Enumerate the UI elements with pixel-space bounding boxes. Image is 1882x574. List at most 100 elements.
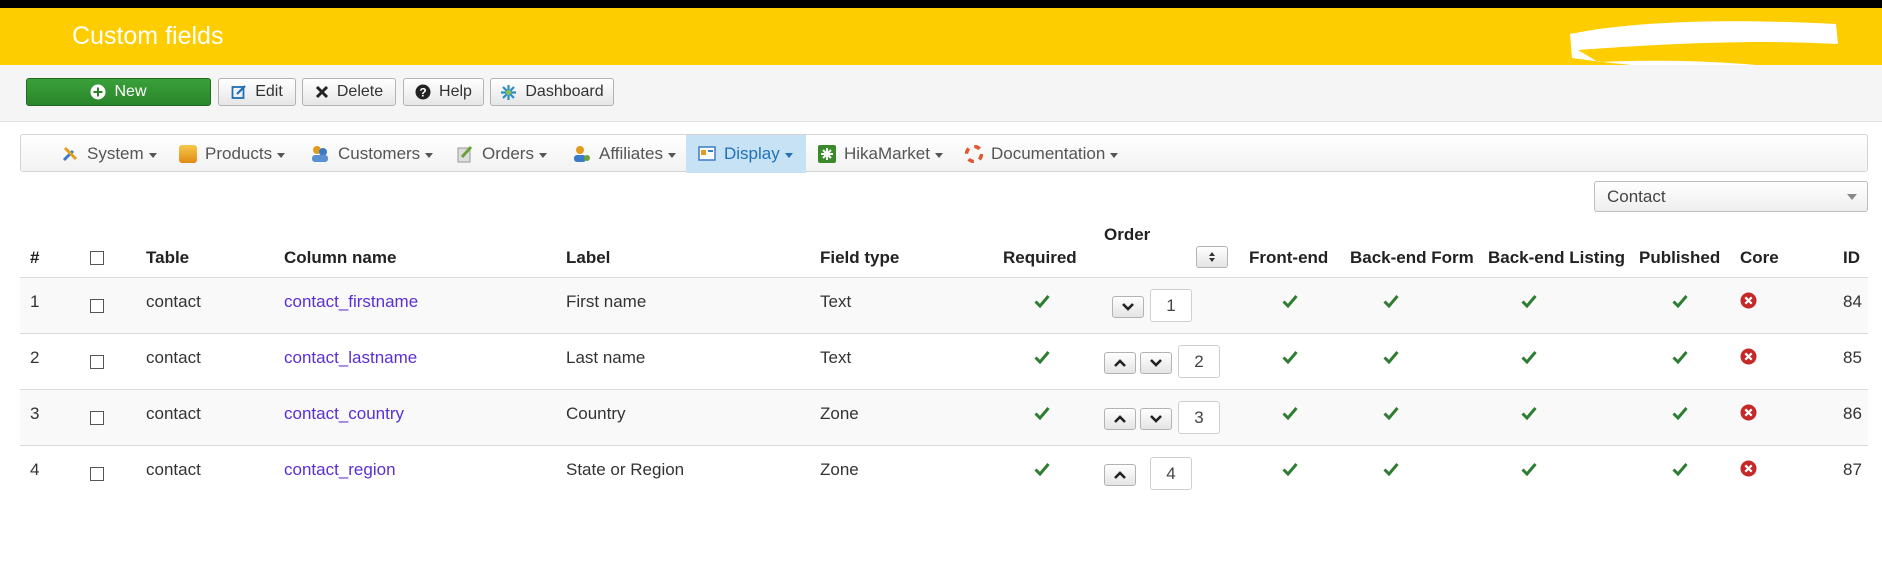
- move-down-button[interactable]: [1112, 296, 1144, 318]
- row-column-name-link[interactable]: contact_firstname: [284, 292, 418, 312]
- col-header-column-name[interactable]: Column name: [284, 248, 396, 268]
- published-check-icon[interactable]: [1672, 461, 1688, 477]
- move-up-button[interactable]: [1104, 352, 1136, 374]
- col-header-id[interactable]: ID: [1843, 248, 1860, 268]
- backend-listing-check-icon[interactable]: [1521, 461, 1537, 477]
- row-field-type: Text: [820, 292, 852, 311]
- order-input[interactable]: 1: [1150, 289, 1192, 322]
- delete-button[interactable]: Delete: [302, 78, 396, 106]
- move-up-button[interactable]: [1104, 464, 1136, 486]
- type-filter-select[interactable]: Contact: [1594, 181, 1868, 212]
- row-checkbox[interactable]: [90, 411, 104, 425]
- move-down-button[interactable]: [1140, 352, 1172, 374]
- published-check-icon[interactable]: [1672, 405, 1688, 421]
- dashboard-button-label: Dashboard: [525, 83, 604, 100]
- dashboard-icon: [501, 84, 517, 100]
- dropdown-arrow-icon: [1847, 194, 1857, 200]
- col-header-required[interactable]: Required: [1003, 248, 1077, 268]
- row-number: 2: [30, 348, 40, 367]
- row-id: 86: [1843, 404, 1862, 423]
- published-check-icon[interactable]: [1672, 349, 1688, 365]
- col-header-published[interactable]: Published: [1639, 248, 1720, 268]
- help-circle-icon: ?: [415, 84, 431, 100]
- move-down-button[interactable]: [1140, 408, 1172, 430]
- row-number: 3: [30, 404, 40, 423]
- move-up-button[interactable]: [1104, 408, 1136, 430]
- menu-documentation[interactable]: Documentation: [965, 135, 1119, 173]
- page-title: Custom fields: [72, 22, 224, 50]
- row-column-name-link[interactable]: contact_lastname: [284, 348, 417, 368]
- save-order-button[interactable]: [1196, 246, 1228, 268]
- col-header-order[interactable]: Order: [1104, 225, 1150, 245]
- row-checkbox[interactable]: [90, 355, 104, 369]
- col-header-front-end[interactable]: Front-end: [1249, 248, 1328, 268]
- display-icon: [698, 146, 716, 161]
- col-header-num: #: [30, 248, 40, 267]
- row-table: contact: [146, 292, 201, 311]
- table-row: 2 contact contact_lastname Last name Text 2 85: [20, 333, 1868, 389]
- order-input[interactable]: 4: [1150, 457, 1192, 490]
- select-all-checkbox[interactable]: [90, 251, 104, 265]
- help-button[interactable]: ? Help: [403, 78, 484, 106]
- row-field-type: Text: [820, 348, 852, 367]
- front-end-check-icon[interactable]: [1282, 461, 1298, 477]
- new-button[interactable]: New: [26, 78, 211, 106]
- row-field-type: Zone: [820, 460, 859, 479]
- menu-customers-label: Customers: [338, 144, 421, 163]
- backend-listing-check-icon[interactable]: [1521, 293, 1537, 309]
- menu-display-label: Display: [724, 144, 780, 163]
- affiliates-icon: [574, 146, 590, 162]
- backend-form-check-icon[interactable]: [1383, 461, 1399, 477]
- backend-form-check-icon[interactable]: [1383, 293, 1399, 309]
- menu-system[interactable]: System: [61, 135, 157, 173]
- required-check-icon[interactable]: [1034, 349, 1050, 365]
- row-id: 84: [1843, 292, 1862, 311]
- products-box-icon: [179, 145, 197, 163]
- backend-listing-check-icon[interactable]: [1521, 405, 1537, 421]
- col-header-field-type[interactable]: Field type: [820, 248, 899, 268]
- backend-form-check-icon[interactable]: [1383, 405, 1399, 421]
- delete-button-label: Delete: [336, 83, 384, 100]
- order-input[interactable]: 3: [1178, 401, 1220, 434]
- backend-form-check-icon[interactable]: [1383, 349, 1399, 365]
- row-checkbox[interactable]: [90, 299, 104, 313]
- menu-affiliates[interactable]: Affiliates: [571, 135, 676, 173]
- row-number: 4: [30, 460, 40, 479]
- menu-hikamarket[interactable]: HikaMarket: [818, 135, 943, 173]
- col-header-backend-listing[interactable]: Back-end Listing: [1488, 248, 1625, 268]
- chevron-down-icon: [538, 152, 547, 158]
- required-check-icon[interactable]: [1034, 293, 1050, 309]
- table-row: 4 contact contact_region State or Region Zon…: [20, 445, 1868, 501]
- front-end-check-icon[interactable]: [1282, 405, 1298, 421]
- col-header-backend-form[interactable]: Back-end Form: [1350, 248, 1474, 268]
- lifebuoy-icon: [965, 145, 983, 163]
- menu-hikamarket-label: HikaMarket: [844, 144, 930, 163]
- row-field-type: Zone: [820, 404, 859, 423]
- col-header-table[interactable]: Table: [146, 248, 189, 268]
- row-table: contact: [146, 404, 201, 423]
- system-tools-icon: [62, 146, 78, 162]
- menu-customers[interactable]: Customers: [310, 135, 434, 173]
- plus-circle-icon: [90, 84, 106, 100]
- required-check-icon[interactable]: [1034, 461, 1050, 477]
- row-column-name-link[interactable]: contact_region: [284, 460, 396, 480]
- row-checkbox[interactable]: [90, 467, 104, 481]
- row-id: 85: [1843, 348, 1862, 367]
- table-row: 1 contact contact_firstname First name Text 1…: [20, 277, 1868, 333]
- order-input[interactable]: 2: [1178, 345, 1220, 378]
- front-end-check-icon[interactable]: [1282, 293, 1298, 309]
- required-check-icon[interactable]: [1034, 405, 1050, 421]
- core-no-icon: [1740, 460, 1757, 477]
- menu-display[interactable]: Display: [686, 135, 806, 173]
- published-check-icon[interactable]: [1672, 293, 1688, 309]
- backend-listing-check-icon[interactable]: [1521, 349, 1537, 365]
- col-header-label[interactable]: Label: [566, 248, 610, 268]
- menu-orders[interactable]: Orders: [456, 135, 547, 173]
- dashboard-button[interactable]: Dashboard: [490, 78, 614, 106]
- row-label: Country: [566, 404, 626, 423]
- col-header-core[interactable]: Core: [1740, 248, 1779, 268]
- row-column-name-link[interactable]: contact_country: [284, 404, 404, 424]
- front-end-check-icon[interactable]: [1282, 349, 1298, 365]
- menu-products[interactable]: Products: [179, 135, 286, 173]
- edit-button[interactable]: Edit: [218, 78, 296, 106]
